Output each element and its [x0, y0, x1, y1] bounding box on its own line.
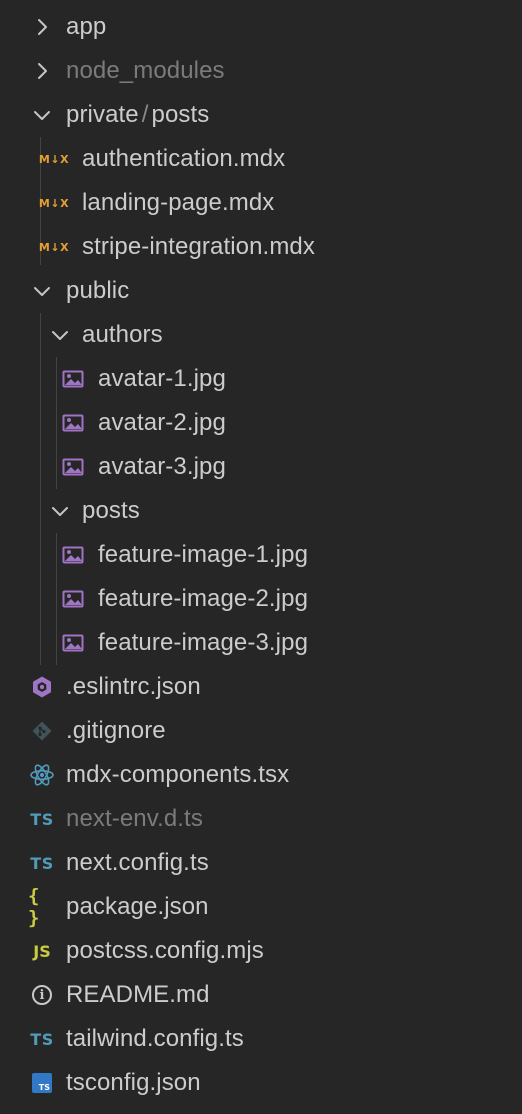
tree-file-landing-page-mdx[interactable]: M↓X landing-page.mdx — [0, 181, 522, 225]
image-file-icon — [60, 577, 86, 621]
tree-item-label: node_modules — [66, 57, 225, 84]
image-file-icon — [60, 533, 86, 577]
tree-folder-private-posts[interactable]: private / posts — [0, 93, 522, 137]
tree-file-feature-image-1-jpg[interactable]: feature-image-1.jpg — [0, 533, 522, 577]
tree-file-next-config-ts[interactable]: TS next.config.ts — [0, 841, 522, 885]
tree-item-label: tailwind.config.ts — [66, 1025, 244, 1052]
tree-folder-authors[interactable]: authors — [0, 313, 522, 357]
image-file-icon — [60, 357, 86, 401]
image-file-icon — [60, 401, 86, 445]
tree-item-label: posts — [82, 497, 140, 524]
tree-file-avatar-2-jpg[interactable]: avatar-2.jpg — [0, 401, 522, 445]
tree-file-eslintrc-json[interactable]: .eslintrc.json — [0, 665, 522, 709]
tree-item-label: README.md — [66, 981, 210, 1008]
tree-item-label: feature-image-2.jpg — [98, 585, 309, 612]
tree-item-label: avatar-3.jpg — [98, 453, 226, 480]
folder-segment-private[interactable]: private — [66, 101, 139, 128]
chevron-down-icon — [46, 313, 74, 357]
tree-item-label: .eslintrc.json — [66, 673, 201, 700]
image-file-icon — [60, 621, 86, 665]
tree-item-label: tsconfig.json — [66, 1069, 201, 1096]
path-separator: / — [141, 101, 149, 128]
react-icon — [28, 753, 56, 797]
tree-file-avatar-1-jpg[interactable]: avatar-1.jpg — [0, 357, 522, 401]
tree-file-package-json[interactable]: { } package.json — [0, 885, 522, 929]
tree-item-label: avatar-1.jpg — [98, 365, 226, 392]
image-file-icon — [60, 445, 86, 489]
tree-file-feature-image-2-jpg[interactable]: feature-image-2.jpg — [0, 577, 522, 621]
tree-item-label: authors — [82, 321, 163, 348]
tree-file-stripe-integration-mdx[interactable]: M↓X stripe-integration.mdx — [0, 225, 522, 269]
tree-folder-posts[interactable]: posts — [0, 489, 522, 533]
eslint-icon — [28, 665, 56, 709]
tree-item-label: authentication.mdx — [82, 145, 286, 172]
tree-folder-public[interactable]: public — [0, 269, 522, 313]
info-icon: i — [28, 973, 56, 1017]
tree-file-avatar-3-jpg[interactable]: avatar-3.jpg — [0, 445, 522, 489]
tree-file-feature-image-3-jpg[interactable]: feature-image-3.jpg — [0, 621, 522, 665]
tree-file-mdx-components-tsx[interactable]: mdx-components.tsx — [0, 753, 522, 797]
mdx-file-icon: M↓X — [38, 152, 70, 166]
tree-file-next-env-d-ts[interactable]: TS next-env.d.ts — [0, 797, 522, 841]
tree-file-gitignore[interactable]: .gitignore — [0, 709, 522, 753]
javascript-icon: JS — [33, 941, 51, 961]
chevron-down-icon — [28, 93, 56, 137]
tree-item-label: landing-page.mdx — [82, 189, 275, 216]
chevron-right-icon — [28, 49, 56, 93]
tree-file-readme-md[interactable]: i README.md — [0, 973, 522, 1017]
tree-file-postcss-config-mjs[interactable]: JS postcss.config.mjs — [0, 929, 522, 973]
tsconfig-icon: TS — [28, 1061, 56, 1105]
json-icon: { } — [28, 885, 42, 929]
tree-item-label: mdx-components.tsx — [66, 761, 290, 788]
mdx-file-icon: M↓X — [38, 240, 70, 254]
chevron-right-icon — [28, 5, 56, 49]
tree-item-label: public — [66, 277, 130, 304]
tree-file-authentication-mdx[interactable]: M↓X authentication.mdx — [0, 137, 522, 181]
tree-item-label: .gitignore — [66, 717, 166, 744]
typescript-icon: TS — [30, 853, 54, 873]
chevron-down-icon — [46, 489, 74, 533]
chevron-down-icon — [28, 269, 56, 313]
tree-file-tsconfig-json[interactable]: TS tsconfig.json — [0, 1061, 522, 1105]
typescript-icon: TS — [30, 1029, 54, 1049]
folder-segment-posts[interactable]: posts — [152, 101, 210, 128]
tree-item-label: private / posts — [66, 101, 209, 129]
tree-item-label: next-env.d.ts — [66, 805, 203, 832]
file-explorer-tree: app node_modules private / posts M↓X authe… — [0, 5, 522, 1105]
tree-folder-node-modules[interactable]: node_modules — [0, 49, 522, 93]
tree-item-label: package.json — [66, 893, 209, 920]
tree-file-tailwind-config-ts[interactable]: TS tailwind.config.ts — [0, 1017, 522, 1061]
tree-item-label: feature-image-1.jpg — [98, 541, 309, 568]
mdx-file-icon: M↓X — [38, 196, 70, 210]
git-icon — [28, 709, 56, 753]
tree-item-label: app — [66, 13, 107, 40]
tree-item-label: avatar-2.jpg — [98, 409, 226, 436]
typescript-icon: TS — [30, 809, 54, 829]
tree-item-label: stripe-integration.mdx — [82, 233, 315, 260]
tree-item-label: next.config.ts — [66, 849, 209, 876]
tree-folder-app[interactable]: app — [0, 5, 522, 49]
tree-item-label: postcss.config.mjs — [66, 937, 264, 964]
tree-item-label: feature-image-3.jpg — [98, 629, 309, 656]
